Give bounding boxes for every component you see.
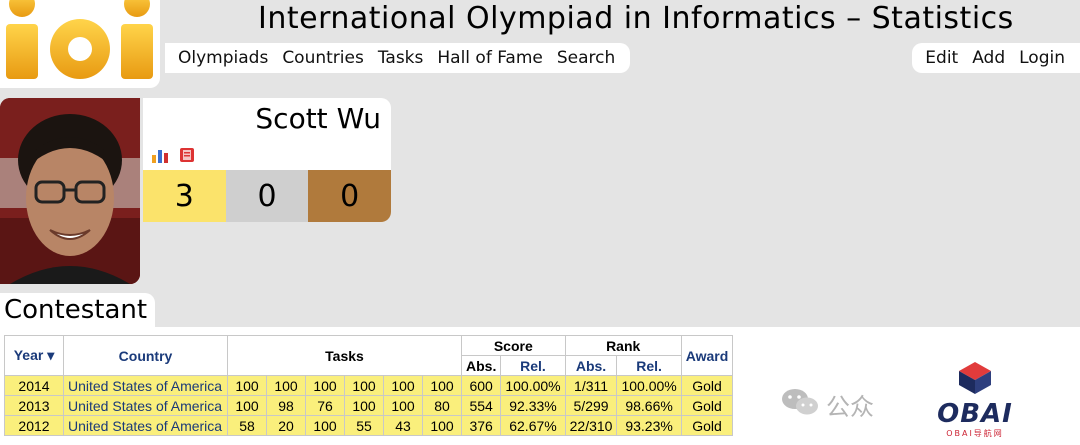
table-row: 2014 United States of America 100 100 10…	[4, 375, 734, 396]
score-rel: 62.67%	[500, 415, 566, 436]
score-abs-header: Abs.	[460, 355, 502, 376]
bronze-medal-count: 0	[308, 170, 391, 222]
contestant-name: Scott Wu	[255, 102, 381, 135]
ioi-logo-graphic	[6, 0, 153, 79]
task-score: 58	[227, 415, 267, 436]
wechat-icon	[780, 386, 820, 422]
task-score: 100	[227, 395, 267, 416]
rank-abs: 1/311	[564, 375, 618, 396]
rank-abs: 22/310	[564, 415, 618, 436]
year-cell[interactable]: 2012	[4, 415, 64, 436]
task-score: 80	[422, 395, 462, 416]
site-title: International Olympiad in Informatics – …	[258, 1, 1014, 36]
nav-edit[interactable]: Edit	[918, 48, 965, 68]
year-cell[interactable]: 2014	[4, 375, 64, 396]
nav-olympiads[interactable]: Olympiads	[171, 48, 275, 68]
task-score: 100	[422, 415, 462, 436]
nav-add[interactable]: Add	[965, 48, 1012, 68]
ioi-logo[interactable]	[0, 0, 160, 88]
watermark-text: 公众	[826, 392, 874, 421]
task-score: 100	[344, 395, 384, 416]
user-nav: Edit Add Login	[912, 43, 1080, 73]
task-score: 100	[383, 375, 423, 396]
rank-rel: 98.66%	[616, 395, 682, 416]
score-abs: 600	[460, 375, 502, 396]
rank-abs: 5/299	[564, 395, 618, 416]
score-header: Score	[461, 335, 566, 356]
nav-hall-of-fame[interactable]: Hall of Fame	[430, 48, 550, 68]
award: Gold	[680, 395, 734, 416]
nav-tasks[interactable]: Tasks	[371, 48, 431, 68]
score-abs: 554	[460, 395, 502, 416]
watermark-brand-sub: OBAI导航网	[946, 429, 1004, 438]
year-cell[interactable]: 2013	[4, 395, 64, 416]
tasks-header: Tasks	[227, 335, 462, 376]
task-score: 100	[344, 375, 384, 396]
task-score: 20	[266, 415, 306, 436]
task-score: 100	[422, 375, 462, 396]
id-card-icon[interactable]	[179, 147, 197, 163]
nav-search[interactable]: Search	[550, 48, 622, 68]
task-score: 100	[305, 375, 345, 396]
results-table: Year ▾ Country Tasks Score Rank Award Ab…	[4, 335, 734, 436]
nav-login[interactable]: Login	[1012, 48, 1072, 68]
award: Gold	[680, 375, 734, 396]
task-score: 100	[227, 375, 267, 396]
table-row: 2012 United States of America 58 20 100 …	[4, 415, 734, 436]
award: Gold	[680, 415, 734, 436]
obai-watermark: OBAI OBAI导航网	[925, 360, 1025, 440]
gold-medal-count: 3	[143, 170, 226, 222]
score-rel: 92.33%	[500, 395, 566, 416]
rank-header: Rank	[564, 335, 682, 356]
wechat-watermark: 公众	[780, 386, 874, 422]
watermark-brand: OBAI	[937, 399, 1013, 429]
score-rel: 100.00%	[500, 375, 566, 396]
contestant-photo	[0, 98, 140, 284]
medal-counts: 3 0 0	[143, 170, 391, 222]
score-abs: 376	[460, 415, 502, 436]
year-header[interactable]: Year ▾	[4, 335, 64, 376]
table-row: 2013 United States of America 100 98 76 …	[4, 395, 734, 416]
score-rel-header[interactable]: Rel.	[500, 355, 566, 376]
task-score: 76	[305, 395, 345, 416]
award-header[interactable]: Award	[680, 335, 734, 376]
country-link[interactable]: United States of America	[63, 415, 228, 436]
task-score: 100	[383, 395, 423, 416]
rank-rel: 93.23%	[616, 415, 682, 436]
cube-icon	[959, 362, 991, 394]
rank-rel: 100.00%	[616, 375, 682, 396]
task-score: 98	[266, 395, 306, 416]
country-link[interactable]: United States of America	[63, 375, 228, 396]
nav-countries[interactable]: Countries	[275, 48, 371, 68]
profile-card: Scott Wu 3 0 0	[143, 98, 391, 222]
rank-abs-header[interactable]: Abs.	[564, 355, 618, 376]
country-header[interactable]: Country	[63, 335, 228, 376]
rank-rel-header[interactable]: Rel.	[616, 355, 682, 376]
silver-medal-count: 0	[225, 170, 309, 222]
main-nav: Olympiads Countries Tasks Hall of Fame S…	[165, 43, 631, 73]
section-title: Contestant	[0, 293, 156, 327]
bar-chart-icon[interactable]	[151, 147, 169, 163]
task-score: 43	[383, 415, 423, 436]
task-score: 100	[266, 375, 306, 396]
task-score: 100	[305, 415, 345, 436]
country-link[interactable]: United States of America	[63, 395, 228, 416]
task-score: 55	[344, 415, 384, 436]
